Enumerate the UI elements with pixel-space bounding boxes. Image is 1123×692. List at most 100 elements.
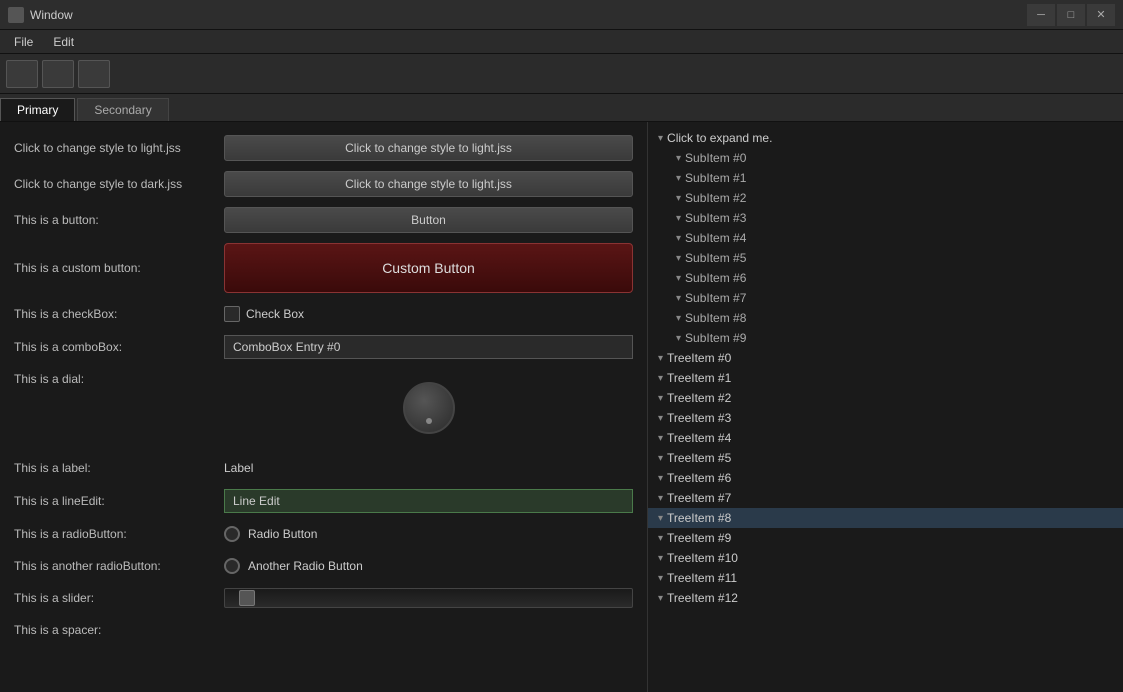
treeitem0-label: TreeItem #0 bbox=[667, 351, 731, 365]
radio2-label: Another Radio Button bbox=[248, 559, 363, 573]
tree-expand-root[interactable]: ▾ Click to expand me. bbox=[648, 128, 1123, 148]
treeitem9-label: TreeItem #9 bbox=[667, 531, 731, 545]
tab-primary[interactable]: Primary bbox=[0, 98, 75, 121]
control-custom-button: Custom Button bbox=[224, 243, 633, 293]
treeitem2-label: TreeItem #2 bbox=[667, 391, 731, 405]
control-checkbox: Check Box bbox=[224, 306, 633, 322]
close-button[interactable]: ✕ bbox=[1087, 4, 1115, 26]
row-button: This is a button: Button bbox=[0, 202, 647, 238]
label-dial: This is a dial: bbox=[14, 372, 224, 386]
treeitem2-arrow: ▾ bbox=[658, 393, 663, 404]
tree-item-12[interactable]: ▾ TreeItem #12 bbox=[648, 588, 1123, 608]
label-button: This is a button: bbox=[14, 213, 224, 227]
subitem4-arrow: ▾ bbox=[676, 233, 681, 244]
tree-item-1[interactable]: ▾ TreeItem #1 bbox=[648, 368, 1123, 388]
checkbox-container[interactable]: Check Box bbox=[224, 306, 633, 322]
window-title: Window bbox=[30, 8, 73, 22]
control-slider bbox=[224, 588, 633, 608]
radio1-circle[interactable] bbox=[224, 526, 240, 542]
tree-subitem-1[interactable]: ▾ SubItem #1 bbox=[648, 168, 1123, 188]
tree-item-6[interactable]: ▾ TreeItem #6 bbox=[648, 468, 1123, 488]
label-checkbox: This is a checkBox: bbox=[14, 307, 224, 321]
subitem5-label: SubItem #5 bbox=[685, 251, 746, 265]
normal-button[interactable]: Button bbox=[224, 207, 633, 233]
subitem1-label: SubItem #1 bbox=[685, 171, 746, 185]
row-dark-style: Click to change style to dark.jss Click … bbox=[0, 166, 647, 202]
control-label: Label bbox=[224, 461, 633, 475]
radio1-container[interactable]: Radio Button bbox=[224, 526, 633, 542]
control-lineedit bbox=[224, 489, 633, 513]
custom-button[interactable]: Custom Button bbox=[224, 243, 633, 293]
tree-item-9[interactable]: ▾ TreeItem #9 bbox=[648, 528, 1123, 548]
menu-bar: File Edit bbox=[0, 30, 1123, 54]
treeitem12-arrow: ▾ bbox=[658, 593, 663, 604]
subitem2-label: SubItem #2 bbox=[685, 191, 746, 205]
tree-subitem-9[interactable]: ▾ SubItem #9 bbox=[648, 328, 1123, 348]
subitem1-arrow: ▾ bbox=[676, 173, 681, 184]
label-label: This is a label: bbox=[14, 461, 224, 475]
tree-subitem-8[interactable]: ▾ SubItem #8 bbox=[648, 308, 1123, 328]
tree-item-10[interactable]: ▾ TreeItem #10 bbox=[648, 548, 1123, 568]
treeitem4-arrow: ▾ bbox=[658, 433, 663, 444]
label-custom-button: This is a custom button: bbox=[14, 261, 224, 275]
label-spacer: This is a spacer: bbox=[14, 623, 224, 637]
toolbar-button-2[interactable] bbox=[42, 60, 74, 88]
treeitem10-arrow: ▾ bbox=[658, 553, 663, 564]
menu-file[interactable]: File bbox=[4, 33, 43, 51]
radio2-container[interactable]: Another Radio Button bbox=[224, 558, 633, 574]
radio1-label: Radio Button bbox=[248, 527, 317, 541]
tree-subitem-0[interactable]: ▾ SubItem #0 bbox=[648, 148, 1123, 168]
treeitem3-label: TreeItem #3 bbox=[667, 411, 731, 425]
tree-item-11[interactable]: ▾ TreeItem #11 bbox=[648, 568, 1123, 588]
control-dark-style: Click to change style to light.jss bbox=[224, 171, 633, 197]
row-custom-button: This is a custom button: Custom Button bbox=[0, 238, 647, 298]
tree-subitem-5[interactable]: ▾ SubItem #5 bbox=[648, 248, 1123, 268]
tree-item-7[interactable]: ▾ TreeItem #7 bbox=[648, 488, 1123, 508]
tree-item-5[interactable]: ▾ TreeItem #5 bbox=[648, 448, 1123, 468]
toolbar-button-3[interactable] bbox=[78, 60, 110, 88]
btn-dark-style[interactable]: Click to change style to light.jss bbox=[224, 171, 633, 197]
subitem8-arrow: ▾ bbox=[676, 313, 681, 324]
title-bar: Window ─ □ ✕ bbox=[0, 0, 1123, 30]
tree-item-2[interactable]: ▾ TreeItem #2 bbox=[648, 388, 1123, 408]
tree-item-0[interactable]: ▾ TreeItem #0 bbox=[648, 348, 1123, 368]
tab-secondary[interactable]: Secondary bbox=[77, 98, 168, 121]
maximize-button[interactable]: □ bbox=[1057, 4, 1085, 26]
treeitem7-arrow: ▾ bbox=[658, 493, 663, 504]
toolbar-button-1[interactable] bbox=[6, 60, 38, 88]
subitem9-arrow: ▾ bbox=[676, 333, 681, 344]
tree-item-8[interactable]: ▾ TreeItem #8 bbox=[648, 508, 1123, 528]
combobox-select[interactable]: ComboBox Entry #0 ComboBox Entry #1 Comb… bbox=[224, 335, 633, 359]
label-light-style: Click to change style to light.jss bbox=[14, 141, 224, 155]
tree-subitem-3[interactable]: ▾ SubItem #3 bbox=[648, 208, 1123, 228]
radio2-inner bbox=[229, 563, 235, 569]
tree-subitem-2[interactable]: ▾ SubItem #2 bbox=[648, 188, 1123, 208]
dial-widget[interactable] bbox=[403, 382, 455, 434]
subitem0-arrow: ▾ bbox=[676, 153, 681, 164]
left-panel: Click to change style to light.jss Click… bbox=[0, 122, 648, 692]
radio2-circle[interactable] bbox=[224, 558, 240, 574]
main-content: Click to change style to light.jss Click… bbox=[0, 122, 1123, 692]
slider-track[interactable] bbox=[224, 588, 633, 608]
tree-item-4[interactable]: ▾ TreeItem #4 bbox=[648, 428, 1123, 448]
label-radio1: This is a radioButton: bbox=[14, 527, 224, 541]
slider-handle[interactable] bbox=[239, 590, 255, 606]
btn-light-style[interactable]: Click to change style to light.jss bbox=[224, 135, 633, 161]
line-edit-input[interactable] bbox=[224, 489, 633, 513]
tree-item-3[interactable]: ▾ TreeItem #3 bbox=[648, 408, 1123, 428]
row-slider: This is a slider: bbox=[0, 582, 647, 614]
tree-subitem-6[interactable]: ▾ SubItem #6 bbox=[648, 268, 1123, 288]
menu-edit[interactable]: Edit bbox=[43, 33, 84, 51]
subitem9-label: SubItem #9 bbox=[685, 331, 746, 345]
toolbar bbox=[0, 54, 1123, 94]
minimize-button[interactable]: ─ bbox=[1027, 4, 1055, 26]
checkbox-box[interactable] bbox=[224, 306, 240, 322]
tree-subitem-4[interactable]: ▾ SubItem #4 bbox=[648, 228, 1123, 248]
subitem3-arrow: ▾ bbox=[676, 213, 681, 224]
subitem6-arrow: ▾ bbox=[676, 273, 681, 284]
subitem4-label: SubItem #4 bbox=[685, 231, 746, 245]
treeitem11-label: TreeItem #11 bbox=[667, 571, 737, 585]
tree-subitem-7[interactable]: ▾ SubItem #7 bbox=[648, 288, 1123, 308]
control-button: Button bbox=[224, 207, 633, 233]
tree-expand-label: Click to expand me. bbox=[667, 131, 772, 145]
